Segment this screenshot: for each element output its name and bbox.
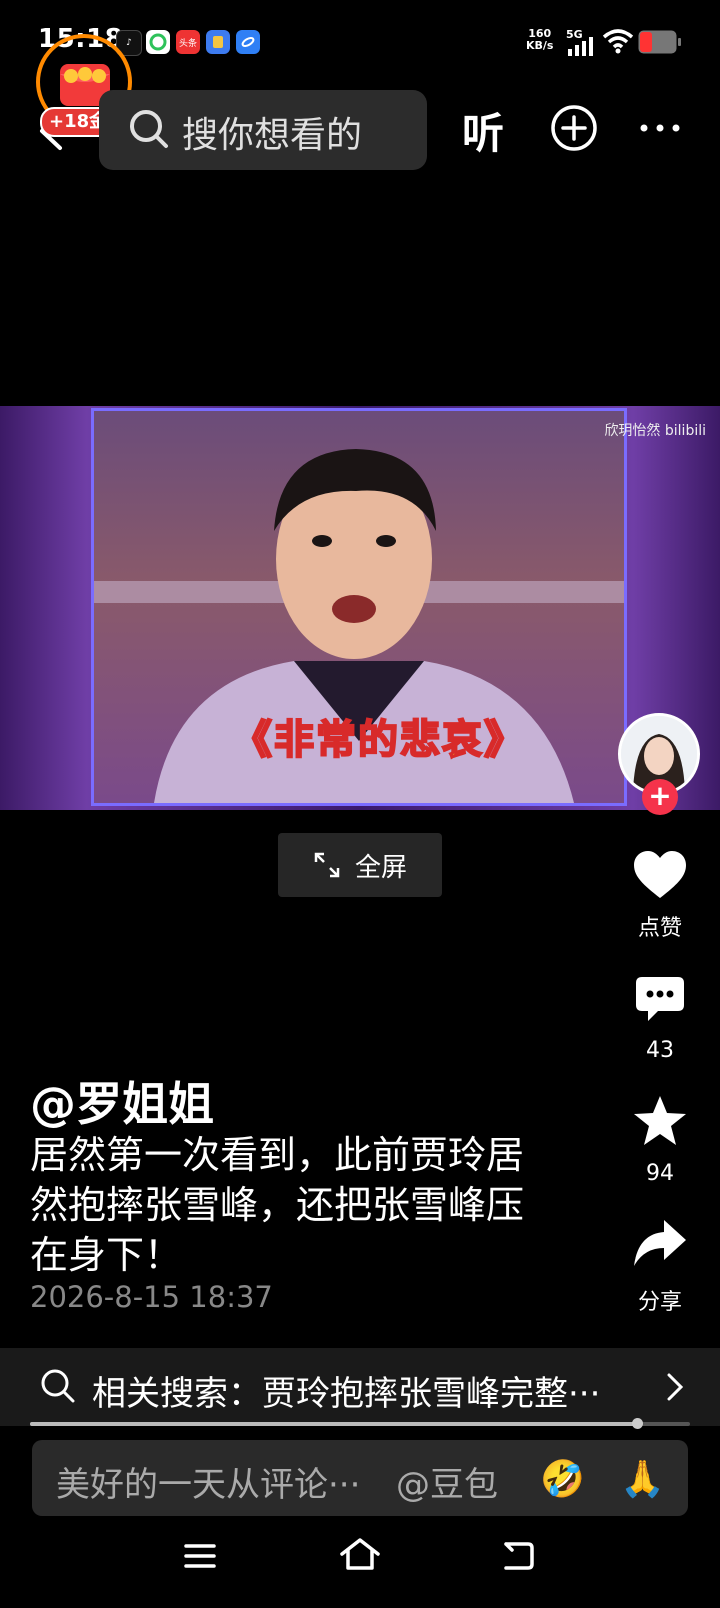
toutiao-icon: 头条	[176, 30, 200, 54]
video-subtitle: 《非常的悲哀》	[231, 716, 526, 764]
video-frame: 《非常的悲哀》	[91, 408, 627, 806]
listen-button[interactable]: 听	[462, 100, 504, 161]
search-icon	[130, 110, 168, 148]
post-date: 2026-8-15 18:37	[30, 1280, 273, 1314]
add-icon[interactable]	[550, 104, 598, 152]
chevron-right-icon[interactable]	[666, 1372, 684, 1402]
expand-icon	[314, 852, 340, 878]
signal-icon	[568, 37, 593, 56]
video-progress-fill	[30, 1422, 638, 1426]
net-speed-unit: KB/s	[526, 39, 554, 52]
author-name[interactable]: @罗姐姐	[30, 1068, 214, 1134]
wifi-icon	[602, 29, 634, 54]
mention-doubao[interactable]: @豆包	[396, 1457, 498, 1506]
share-label: 分享	[637, 1290, 682, 1315]
pray-emoji-icon[interactable]: 🙏	[620, 1458, 665, 1500]
laugh-emoji-icon[interactable]: 🤣	[540, 1458, 585, 1500]
more-icon[interactable]	[638, 120, 682, 136]
like-icon[interactable]	[632, 850, 688, 900]
back-nav-icon[interactable]	[500, 1540, 536, 1572]
wechat-icon	[146, 30, 170, 54]
comment-count: 43	[646, 1038, 674, 1063]
toutiao-label: 头条	[178, 38, 197, 49]
favorite-star-icon[interactable]	[632, 1094, 688, 1148]
comment-icon[interactable]	[634, 975, 686, 1025]
files-icon	[206, 30, 230, 54]
video-progress-handle[interactable]	[632, 1418, 644, 1429]
video-watermark: 欣玥怡然 bilibili	[604, 423, 706, 439]
video-player[interactable]: 《非常的悲哀》 欣玥怡然 bilibili	[0, 406, 720, 810]
browser-icon	[236, 30, 260, 54]
post-caption: 居然第一次看到，此前贾玲居然抱摔张雪峰，还把张雪峰压在身下！	[30, 1133, 525, 1277]
follow-button[interactable]: +	[642, 779, 678, 815]
search-placeholder: 搜你想看的	[182, 115, 363, 156]
comment-placeholder: 美好的一天从评论···	[56, 1465, 361, 1505]
share-icon[interactable]	[632, 1218, 688, 1268]
fullscreen-button[interactable]: 全屏	[278, 833, 442, 897]
related-search-text: 相关搜索：贾玲抱摔张雪峰完整···	[92, 1374, 601, 1414]
related-search-icon	[41, 1369, 75, 1403]
menu-icon[interactable]	[182, 1540, 218, 1572]
fullscreen-label: 全屏	[354, 852, 407, 883]
home-icon[interactable]	[338, 1536, 382, 1572]
net-speed: 160 KB/s	[526, 28, 553, 52]
like-label: 点赞	[637, 916, 682, 941]
battery-icon	[638, 30, 681, 54]
favorite-count: 94	[646, 1161, 674, 1186]
